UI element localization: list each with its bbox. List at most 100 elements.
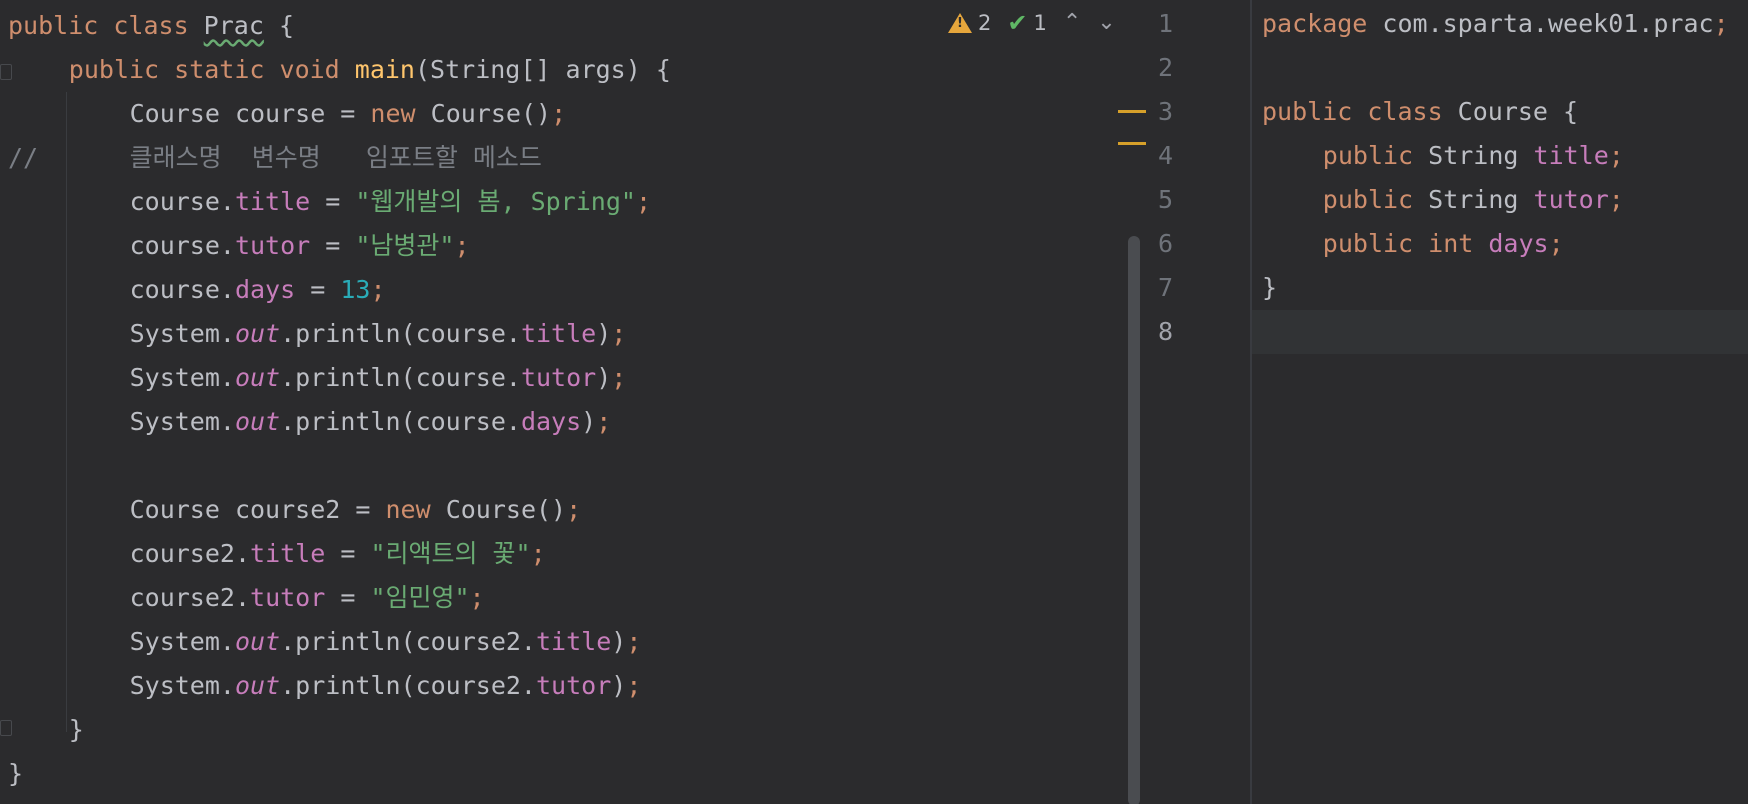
code-line[interactable]: System.out.println(course.title); xyxy=(130,312,627,356)
code-line[interactable]: } xyxy=(1262,266,1277,310)
code-token: tutor xyxy=(1533,185,1609,214)
code-token: ) xyxy=(611,671,627,700)
right-code-area[interactable]: package com.sparta.week01.prac; public cl… xyxy=(1252,0,1748,804)
code-token: public class xyxy=(8,11,204,40)
code-token: course. xyxy=(129,231,235,260)
code-token: System. xyxy=(129,407,235,436)
code-line[interactable]: System.out.println(course.tutor); xyxy=(130,356,627,400)
warning-marker[interactable] xyxy=(1118,142,1146,145)
code-line[interactable]: System.out.println(course.days); xyxy=(130,400,612,444)
code-token: title xyxy=(520,319,597,348)
code-token: String xyxy=(1428,141,1534,170)
code-token: .println(course. xyxy=(280,363,521,392)
code-token: (String[] args) { xyxy=(415,55,671,84)
code-token: ; xyxy=(626,627,642,656)
code-line[interactable]: 클래스명 변수명 임포트할 메소드 xyxy=(130,136,542,180)
code-token: public static void xyxy=(68,55,355,84)
line-number: 4 xyxy=(1158,141,1174,170)
code-token: ; xyxy=(454,231,470,260)
code-token: ; xyxy=(626,671,642,700)
code-line[interactable]: course.tutor = "남병관"; xyxy=(130,224,470,268)
code-token: out xyxy=(234,407,281,436)
code-token: "리액트의 꽃" xyxy=(370,539,531,568)
code-line[interactable]: } xyxy=(8,752,23,796)
code-token: ; xyxy=(635,187,652,216)
code-line[interactable]: package com.sparta.week01.prac; xyxy=(1262,2,1729,46)
code-token: ; xyxy=(1713,9,1729,38)
code-line[interactable]: course.title = "웹개발의 봄, Spring"; xyxy=(130,180,651,224)
code-token: ; xyxy=(596,407,612,436)
code-token: 클래스명 변수명 임포트할 메소드 xyxy=(129,143,542,172)
line-number: 1 xyxy=(1158,9,1174,38)
code-token: } xyxy=(8,759,24,788)
code-line[interactable]: course.days = 13; xyxy=(130,268,386,312)
line-number: 3 xyxy=(1158,97,1174,126)
code-token: ) xyxy=(596,319,612,348)
line-number: 2 xyxy=(1158,53,1174,82)
code-token: out xyxy=(234,319,281,348)
code-line[interactable]: public class Prac { xyxy=(8,4,294,48)
code-line[interactable]: public String title; xyxy=(1323,134,1624,178)
ok-count: 1 xyxy=(1033,11,1047,35)
code-token: 13 xyxy=(340,275,371,304)
code-line[interactable]: course2.title = "리액트의 꽃"; xyxy=(130,532,546,576)
code-token: days xyxy=(520,407,582,436)
code-token: com.sparta.week01.prac xyxy=(1382,9,1714,38)
code-line[interactable]: public static void main(String[] args) { xyxy=(69,48,671,92)
code-token: = xyxy=(325,583,371,612)
code-line[interactable]: } xyxy=(69,708,84,752)
ok-indicator[interactable]: ✔ 1 xyxy=(1007,11,1046,35)
chevron-down-icon[interactable]: ⌄ xyxy=(1097,12,1115,34)
code-line[interactable]: System.out.println(course2.tutor); xyxy=(130,664,642,708)
code-line[interactable]: Course course = new Course(); xyxy=(130,92,567,136)
code-token: ; xyxy=(551,99,567,128)
code-line[interactable]: course2.tutor = "임민영"; xyxy=(130,576,485,620)
code-token: } xyxy=(1262,273,1278,302)
code-token: "남병관" xyxy=(355,231,455,260)
code-token: ; xyxy=(611,319,627,348)
code-token: tutor xyxy=(250,583,326,612)
code-token: ; xyxy=(530,539,546,568)
fold-marker[interactable] xyxy=(0,720,12,736)
code-line[interactable]: System.out.println(course2.title); xyxy=(130,620,642,664)
code-token: Course course2 = xyxy=(129,495,386,524)
line-number: 6 xyxy=(1158,229,1174,258)
line-number: 8 xyxy=(1158,317,1174,346)
code-token: Course course = xyxy=(129,99,371,128)
code-line[interactable]: public String tutor; xyxy=(1323,178,1624,222)
vertical-scrollbar-thumb[interactable] xyxy=(1128,236,1140,804)
code-token: System. xyxy=(129,363,235,392)
code-token: } xyxy=(68,715,84,744)
code-token: tutor xyxy=(520,363,597,392)
right-editor-pane[interactable]: 1 2 3 4 5 6 7 8 package com.sparta.week01.prac;… xyxy=(1146,0,1748,804)
warning-marker[interactable] xyxy=(1118,110,1146,113)
left-editor-pane[interactable]: public class Prac {public static void ma… xyxy=(0,0,1146,804)
code-token: ; xyxy=(370,275,386,304)
code-token: "임민영" xyxy=(370,583,470,612)
code-token: ; xyxy=(611,363,627,392)
code-token: ) xyxy=(581,407,597,436)
code-line[interactable]: public int days; xyxy=(1323,222,1564,266)
code-token: new xyxy=(370,99,431,128)
warning-triangle-icon xyxy=(948,13,972,33)
warnings-count: 2 xyxy=(978,11,992,35)
inspection-widget[interactable]: 2 ✔ 1 ⌃ ⌄ xyxy=(948,8,1116,38)
code-token: tutor xyxy=(535,671,612,700)
code-token: public class xyxy=(1262,97,1458,126)
warnings-indicator[interactable]: 2 xyxy=(948,11,991,35)
code-token: out xyxy=(234,627,281,656)
code-token: Course() xyxy=(445,495,567,524)
indent-guide xyxy=(66,92,67,732)
chevron-up-icon[interactable]: ⌃ xyxy=(1063,12,1081,34)
code-token: .println(course2. xyxy=(280,627,536,656)
code-token: ; xyxy=(469,583,485,612)
gutter-divider xyxy=(1250,0,1252,804)
code-token: course2. xyxy=(129,583,251,612)
code-token: Course() xyxy=(430,99,552,128)
line-number: 5 xyxy=(1158,185,1174,214)
code-line[interactable]: Course course2 = new Course(); xyxy=(130,488,582,532)
line-number: 7 xyxy=(1158,273,1174,302)
fold-marker[interactable] xyxy=(0,64,12,80)
code-line[interactable]: public class Course { xyxy=(1262,90,1578,134)
code-token: new xyxy=(385,495,446,524)
